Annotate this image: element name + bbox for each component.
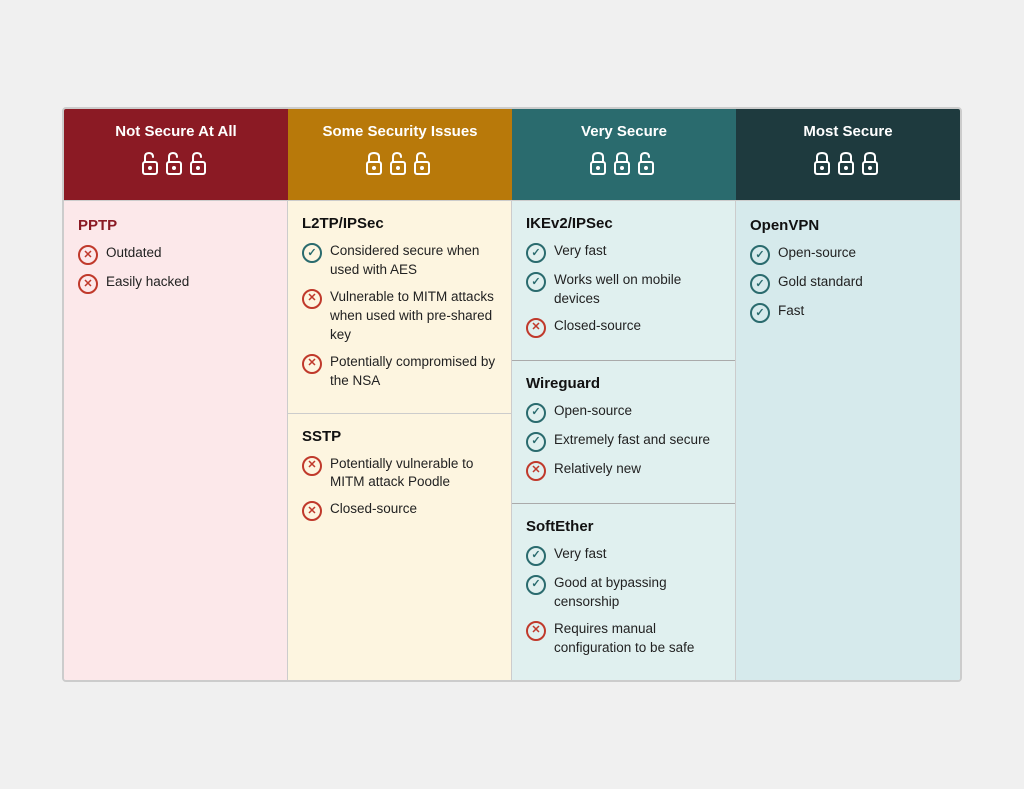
header-very-secure: Very Secure [512, 109, 736, 200]
feature-item: ✓ Open-source [750, 244, 946, 265]
openvpn-features: ✓ Open-source ✓ Gold standard ✓ Fast [750, 244, 946, 323]
l2tp-protocol-name: L2TP/IPSec [302, 215, 497, 232]
check-icon: ✓ [750, 274, 770, 294]
not-secure-features: ✕ Outdated ✕ Easily hacked [78, 244, 273, 294]
feature-item: ✓ Very fast [526, 242, 721, 263]
feature-item: ✕ Requires manual configuration to be saf… [526, 620, 721, 658]
feature-text: Very fast [554, 242, 607, 261]
wireguard-features: ✓ Open-source ✓ Extremely fast and secure ✕ R… [526, 402, 721, 481]
feature-text: Potentially compromised by the NSA [330, 353, 497, 391]
l2tp-section: L2TP/IPSec ✓ Considered secure when used … [288, 201, 511, 412]
feature-text: Vulnerable to MITM attacks when used wit… [330, 288, 497, 345]
cross-icon: ✕ [302, 501, 322, 521]
feature-text: Requires manual configuration to be safe [554, 620, 721, 658]
cross-icon: ✕ [302, 456, 322, 476]
softether-section: SoftEther ✓ Very fast ✓ Good at bypassing c… [512, 503, 735, 680]
check-icon: ✓ [526, 432, 546, 452]
feature-item: ✓ Fast [750, 302, 946, 323]
feature-text: Closed-source [554, 317, 641, 336]
feature-item: ✕ Closed-source [302, 500, 497, 521]
feature-text: Gold standard [778, 273, 863, 292]
check-icon: ✓ [526, 403, 546, 423]
feature-item: ✕ Vulnerable to MITM attacks when used wi… [302, 288, 497, 345]
check-icon: ✓ [750, 245, 770, 265]
feature-text: Potentially vulnerable to MITM attack Po… [330, 455, 497, 493]
feature-text: Relatively new [554, 460, 641, 479]
feature-text: Outdated [106, 244, 162, 263]
check-icon: ✓ [526, 243, 546, 263]
sstp-features: ✕ Potentially vulnerable to MITM attack P… [302, 455, 497, 522]
feature-item: ✕ Potentially vulnerable to MITM attack P… [302, 455, 497, 493]
check-icon: ✓ [526, 575, 546, 595]
header-very-secure-icons [522, 146, 726, 186]
header-most-secure-label: Most Secure [746, 123, 950, 140]
very-secure-cell: IKEv2/IPSec ✓ Very fast ✓ Works well on mob… [512, 200, 736, 679]
header-most-secure-icons [746, 146, 950, 186]
ikev2-section: IKEv2/IPSec ✓ Very fast ✓ Works well on mob… [512, 201, 735, 360]
header-not-secure-label: Not Secure At All [74, 123, 278, 140]
most-secure-cell: OpenVPN ✓ Open-source ✓ Gold standard ✓ Fast [736, 200, 960, 679]
feature-text: Open-source [778, 244, 856, 263]
feature-text: Easily hacked [106, 273, 189, 292]
cross-icon: ✕ [526, 621, 546, 641]
feature-text: Very fast [554, 545, 607, 564]
comparison-table: Not Secure At All [62, 107, 962, 681]
wireguard-section: Wireguard ✓ Open-source ✓ Extremely fast an… [512, 360, 735, 503]
l2tp-features: ✓ Considered secure when used with AES ✕ Vu… [302, 242, 497, 390]
feature-item: ✓ Gold standard [750, 273, 946, 294]
feature-text: Open-source [554, 402, 632, 421]
feature-text: Works well on mobile devices [554, 271, 721, 309]
not-secure-cell: PPTP ✕ Outdated ✕ Easily hacked [64, 200, 288, 679]
feature-text: Closed-source [330, 500, 417, 519]
feature-item: ✕ Potentially compromised by the NSA [302, 353, 497, 391]
feature-text: Fast [778, 302, 804, 321]
check-icon: ✓ [750, 303, 770, 323]
feature-text: Good at bypassing censorship [554, 574, 721, 612]
cross-icon: ✕ [302, 354, 322, 374]
body-row: PPTP ✕ Outdated ✕ Easily hacked L2TP/IPSec … [64, 200, 960, 679]
check-icon: ✓ [302, 243, 322, 263]
ikev2-protocol-name: IKEv2/IPSec [526, 215, 721, 232]
header-some-security: Some Security Issues [288, 109, 512, 200]
check-icon: ✓ [526, 272, 546, 292]
check-icon: ✓ [526, 546, 546, 566]
wireguard-protocol-name: Wireguard [526, 375, 721, 392]
cross-icon: ✕ [78, 274, 98, 294]
header-row: Not Secure At All [64, 109, 960, 200]
feature-item: ✓ Good at bypassing censorship [526, 574, 721, 612]
sstp-protocol-name: SSTP [302, 428, 497, 445]
feature-item: ✕ Outdated [78, 244, 273, 265]
cross-icon: ✕ [526, 318, 546, 338]
sstp-section: SSTP ✕ Potentially vulnerable to MITM att… [288, 413, 511, 544]
softether-features: ✓ Very fast ✓ Good at bypassing censorship ✕… [526, 545, 721, 658]
feature-item: ✓ Open-source [526, 402, 721, 423]
header-not-secure-icons [74, 146, 278, 186]
feature-item: ✓ Works well on mobile devices [526, 271, 721, 309]
softether-protocol-name: SoftEther [526, 518, 721, 535]
cross-icon: ✕ [302, 289, 322, 309]
header-some-security-icons [298, 146, 502, 186]
feature-item: ✓ Very fast [526, 545, 721, 566]
feature-item: ✕ Easily hacked [78, 273, 273, 294]
ikev2-features: ✓ Very fast ✓ Works well on mobile devices ✕… [526, 242, 721, 338]
header-most-secure: Most Secure [736, 109, 960, 200]
feature-item: ✓ Considered secure when used with AES [302, 242, 497, 280]
feature-text: Considered secure when used with AES [330, 242, 497, 280]
header-very-secure-label: Very Secure [522, 123, 726, 140]
cross-icon: ✕ [78, 245, 98, 265]
feature-text: Extremely fast and secure [554, 431, 710, 450]
header-some-security-label: Some Security Issues [298, 123, 502, 140]
feature-item: ✕ Relatively new [526, 460, 721, 481]
feature-item: ✓ Extremely fast and secure [526, 431, 721, 452]
some-security-cell: L2TP/IPSec ✓ Considered secure when used … [288, 200, 512, 679]
openvpn-protocol-name: OpenVPN [750, 217, 946, 234]
pptp-protocol-name: PPTP [78, 217, 273, 234]
header-not-secure: Not Secure At All [64, 109, 288, 200]
cross-icon: ✕ [526, 461, 546, 481]
feature-item: ✕ Closed-source [526, 317, 721, 338]
